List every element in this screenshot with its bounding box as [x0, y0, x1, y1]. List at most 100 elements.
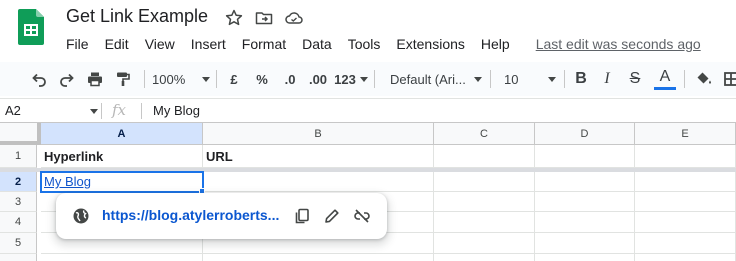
menu-insert[interactable]: Insert [183, 36, 234, 52]
menu-format[interactable]: Format [234, 36, 294, 52]
column-header-e[interactable]: E [635, 123, 736, 145]
cell-a6[interactable] [41, 254, 203, 261]
decrease-decimals-button[interactable]: .0 [280, 62, 300, 96]
menu-help[interactable]: Help [473, 36, 518, 52]
fx-icon: fx [112, 101, 127, 119]
font-size-select[interactable]: 10 [504, 62, 556, 96]
cell-c6[interactable] [434, 254, 535, 261]
menu-file[interactable]: File [58, 36, 97, 52]
paint-format-button[interactable] [112, 62, 134, 96]
fill-color-button[interactable] [694, 62, 714, 96]
select-all-corner[interactable] [0, 123, 41, 145]
print-button[interactable] [84, 62, 106, 96]
chevron-down-icon [548, 76, 556, 82]
row-header-2[interactable]: 2 [0, 172, 37, 192]
toolbar-divider [564, 70, 565, 88]
cell-e6[interactable] [635, 254, 736, 261]
text-color-button[interactable]: A [654, 62, 676, 96]
star-icon[interactable] [224, 8, 244, 28]
borders-button[interactable] [722, 62, 736, 96]
document-title[interactable]: Get Link Example [66, 6, 208, 27]
cell-d1[interactable] [535, 145, 635, 168]
row-header-6[interactable] [0, 254, 37, 261]
active-cell-outline [40, 171, 204, 193]
text-color-label: A [659, 67, 671, 85]
spreadsheet-grid: A B C D E 1 2 3 4 5 Hyperlink URL My Blo… [0, 123, 736, 261]
row-header-3[interactable]: 3 [0, 192, 37, 212]
menu-extensions[interactable]: Extensions [388, 36, 472, 52]
undo-button[interactable] [28, 62, 50, 96]
toolbar-divider [374, 70, 375, 88]
zoom-select[interactable]: 100% [152, 62, 210, 96]
font-family-select[interactable]: Default (Ari... [390, 62, 482, 96]
copy-icon[interactable] [292, 206, 312, 226]
name-box[interactable]: A2 [5, 103, 21, 118]
text-color-swatch [654, 86, 676, 90]
percent-format-button[interactable]: % [254, 62, 270, 96]
row-header-4[interactable]: 4 [0, 212, 37, 233]
toolbar-divider [144, 70, 145, 88]
cell-b6[interactable] [203, 254, 434, 261]
globe-icon [72, 207, 90, 230]
formula-divider [101, 103, 102, 119]
currency-format-button[interactable]: £ [226, 62, 242, 96]
zoom-value: 100% [152, 71, 186, 87]
formula-bar: A2 fx My Blog [0, 98, 736, 123]
cell-e3[interactable] [635, 192, 736, 212]
chevron-down-icon [202, 76, 210, 82]
toolbar-divider [216, 70, 217, 88]
cell-c3[interactable] [434, 192, 535, 212]
cell-e2[interactable] [635, 172, 736, 192]
cell-c2[interactable] [434, 172, 535, 192]
chevron-down-icon [359, 76, 368, 82]
menu-tools[interactable]: Tools [340, 36, 389, 52]
increase-decimals-label: .00 [308, 71, 328, 87]
cell-e4[interactable] [635, 212, 736, 233]
formula-input[interactable]: My Blog [153, 103, 200, 118]
toolbar: 100% £ % .0 .00 123 Default (Ari... 10 B… [0, 62, 736, 96]
toolbar-divider [684, 70, 685, 88]
toolbar-divider [490, 70, 491, 88]
strikethrough-button[interactable]: S [626, 62, 644, 96]
italic-button[interactable]: I [598, 62, 616, 96]
more-formats-button[interactable]: 123 [334, 62, 368, 96]
redo-button[interactable] [56, 62, 78, 96]
cell-d4[interactable] [535, 212, 635, 233]
cell-d2[interactable] [535, 172, 635, 192]
cell-d6[interactable] [535, 254, 635, 261]
menu-edit[interactable]: Edit [97, 36, 137, 52]
bold-button[interactable]: B [572, 62, 590, 96]
cell-d3[interactable] [535, 192, 635, 212]
increase-decimals-button[interactable]: .00 [306, 62, 330, 96]
font-size-value: 10 [504, 71, 519, 87]
cell-c1[interactable] [434, 145, 535, 168]
cell-e1[interactable] [635, 145, 736, 168]
chevron-down-icon [474, 76, 482, 82]
row-header-1[interactable]: 1 [0, 145, 37, 168]
remove-link-icon[interactable] [352, 206, 372, 226]
cell-b1[interactable]: URL [203, 145, 434, 168]
menu-view[interactable]: View [137, 36, 183, 52]
chevron-down-icon[interactable] [90, 109, 98, 114]
move-to-folder-icon[interactable] [254, 8, 274, 28]
link-url[interactable]: https://blog.atylerroberts... [102, 207, 279, 223]
cell-a1[interactable]: Hyperlink [41, 145, 203, 168]
row-header-5[interactable]: 5 [0, 233, 37, 254]
cell-c4[interactable] [434, 212, 535, 233]
cell-e5[interactable] [635, 233, 736, 254]
formula-divider [141, 103, 142, 119]
last-edit-link[interactable]: Last edit was seconds ago [536, 36, 701, 52]
cell-c5[interactable] [434, 233, 535, 254]
sheets-logo[interactable] [18, 9, 44, 45]
menu-data[interactable]: Data [294, 36, 340, 52]
column-header-b[interactable]: B [203, 123, 434, 145]
link-preview-popup: https://blog.atylerroberts... [56, 193, 387, 239]
column-header-d[interactable]: D [535, 123, 635, 145]
cell-d5[interactable] [535, 233, 635, 254]
decrease-decimals-label: .0 [284, 71, 296, 87]
cell-b2[interactable] [203, 172, 434, 192]
column-header-c[interactable]: C [434, 123, 535, 145]
cloud-saved-icon[interactable] [284, 8, 304, 28]
column-header-a[interactable]: A [41, 123, 203, 145]
edit-icon[interactable] [322, 206, 342, 226]
